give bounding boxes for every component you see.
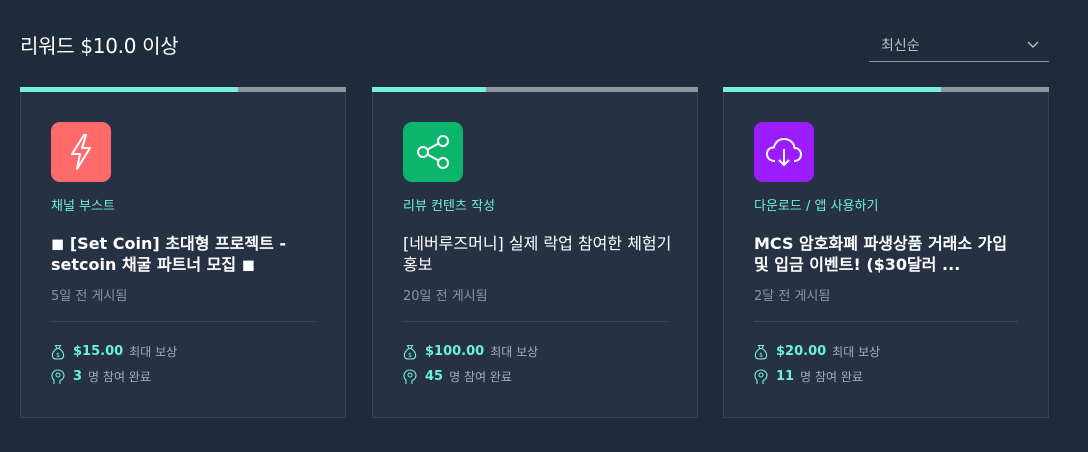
money-bag-icon: $: [754, 344, 768, 360]
participants-label: 명 참여 완료: [88, 370, 151, 384]
reward-value: $15.00: [73, 344, 124, 359]
share-icon: [417, 135, 449, 169]
participants-stat: 11 명 참여 완료: [754, 368, 863, 385]
participants-label: 명 참여 완료: [449, 370, 512, 384]
progress-bar: [20, 87, 346, 92]
card-title[interactable]: [네버루즈머니] 실제 락업 참여한 체험기 홍보: [403, 233, 673, 275]
progress-bar: [372, 87, 698, 92]
card-title[interactable]: ◼ [Set Coin] 초대형 프로젝트 - setcoin 채굴 파트너 모…: [51, 233, 321, 275]
section-title: 리워드 $10.0 이상: [20, 34, 179, 58]
card-category: 채널 부스트: [51, 199, 115, 214]
card-divider: [403, 321, 667, 322]
card-divider: [51, 321, 315, 322]
participants-value: 11: [776, 369, 795, 384]
progress-bar: [723, 87, 1049, 92]
progress-fill: [20, 87, 239, 92]
svg-text:$: $: [759, 352, 763, 359]
participants-value: 45: [425, 369, 444, 384]
campaign-card[interactable]: 채널 부스트 ◼ [Set Coin] 초대형 프로젝트 - setcoin 채…: [20, 87, 346, 418]
lightning-icon: [71, 134, 91, 170]
participants-stat: 3 명 참여 완료: [51, 368, 151, 385]
participant-icon: [754, 368, 768, 384]
svg-text:$: $: [56, 352, 60, 359]
reward-stat: $ $15.00 최대 보상: [51, 343, 177, 360]
card-thumbnail: [403, 122, 463, 182]
sort-selected-label: 최신순: [881, 37, 920, 54]
progress-fill: [372, 87, 487, 92]
participant-icon: [403, 368, 417, 384]
card-divider: [754, 321, 1018, 322]
participant-icon: [51, 368, 65, 384]
reward-label: 최대 보상: [129, 345, 178, 359]
card-thumbnail: [754, 122, 814, 182]
svg-text:$: $: [408, 352, 412, 359]
reward-value: $100.00: [425, 344, 485, 359]
card-thumbnail: [51, 122, 111, 182]
participants-value: 3: [73, 369, 83, 384]
campaign-card[interactable]: 리뷰 컨텐츠 작성 [네버루즈머니] 실제 락업 참여한 체험기 홍보 20일 …: [372, 87, 698, 418]
card-posted-time: 5일 전 게시됨: [51, 289, 128, 304]
campaign-card[interactable]: 다운로드 / 앱 사용하기 MCS 암호화폐 파생상품 거래소 가입 및 입금 …: [723, 87, 1049, 418]
sort-dropdown[interactable]: 최신순: [869, 28, 1049, 62]
participants-stat: 45 명 참여 완료: [403, 368, 512, 385]
reward-stat: $ $20.00 최대 보상: [754, 343, 880, 360]
reward-label: 최대 보상: [490, 345, 539, 359]
reward-value: $20.00: [776, 344, 827, 359]
card-posted-time: 2달 전 게시됨: [754, 289, 831, 304]
money-bag-icon: $: [51, 344, 65, 360]
card-category: 리뷰 컨텐츠 작성: [403, 199, 495, 214]
reward-label: 최대 보상: [832, 345, 881, 359]
progress-fill: [723, 87, 942, 92]
card-title[interactable]: MCS 암호화폐 파생상품 거래소 가입 및 입금 이벤트! ($30달러 ..…: [754, 233, 1024, 275]
card-posted-time: 20일 전 게시됨: [403, 289, 488, 304]
card-category: 다운로드 / 앱 사용하기: [754, 199, 879, 214]
participants-label: 명 참여 완료: [800, 370, 863, 384]
money-bag-icon: $: [403, 344, 417, 360]
chevron-down-icon: [1027, 41, 1039, 48]
reward-stat: $ $100.00 최대 보상: [403, 343, 538, 360]
cloud-download-icon: [766, 138, 802, 167]
